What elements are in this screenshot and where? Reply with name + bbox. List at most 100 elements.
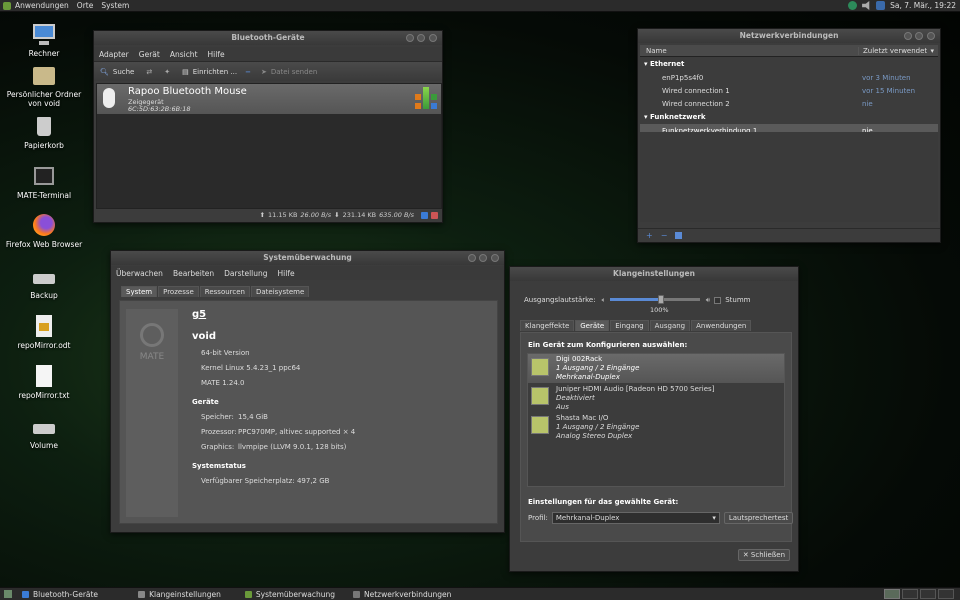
mate-logo-icon[interactable] xyxy=(3,1,11,10)
window-titlebar[interactable]: Netzwerkverbindungen xyxy=(638,29,940,43)
maximize-button[interactable] xyxy=(915,32,923,40)
desktop-rechner[interactable]: Rechner xyxy=(4,22,84,58)
column-name[interactable]: Name xyxy=(640,47,858,55)
connection-list: ▾ Ethernet enP1p5s4f0 vor 3 Minuten Wired… xyxy=(640,57,938,137)
group-ethernet[interactable]: ▾ Ethernet xyxy=(640,57,938,71)
desktop-txt[interactable]: repoMirror.txt xyxy=(4,364,84,400)
close-button[interactable] xyxy=(429,34,437,42)
window-titlebar[interactable]: Klangeinstellungen xyxy=(510,267,798,281)
menu-geraet[interactable]: Gerät xyxy=(134,50,165,59)
speaker-test-button[interactable]: Lautsprechertest xyxy=(723,512,794,524)
download-rate: 635.00 B/s xyxy=(379,211,414,219)
task-sound[interactable]: Klangeinstellungen xyxy=(132,589,227,600)
list-item[interactable]: Rapoo Bluetooth Mouse Zeigegerät 6C:5D:6… xyxy=(97,84,441,114)
desktop-label: Firefox Web Browser xyxy=(5,240,83,249)
desktop-volume[interactable]: Volume xyxy=(4,414,84,450)
clock[interactable]: Sa, 7. Mär., 19:22 xyxy=(890,1,956,10)
volume-row: Ausgangslautstärke: 🔈︎ 🔊︎ Stumm xyxy=(524,293,794,307)
sound-window: Klangeinstellungen Ausgangslautstärke: 🔈… xyxy=(509,266,799,572)
disconnect-icon[interactable] xyxy=(431,211,438,219)
mute-checkbox[interactable] xyxy=(714,296,722,304)
menu-darstellung[interactable]: Darstellung xyxy=(219,269,272,278)
tab-geraete[interactable]: Geräte xyxy=(575,320,610,331)
volume-icon[interactable] xyxy=(862,1,870,10)
tab-eingang[interactable]: Eingang xyxy=(610,320,649,331)
add-icon[interactable]: + xyxy=(646,231,653,240)
profile-select[interactable]: Mehrkanal-Duplex ▾ xyxy=(551,512,720,524)
task-bluetooth[interactable]: Bluetooth-Geräte xyxy=(16,589,104,600)
minimize-button[interactable] xyxy=(904,32,912,40)
list-item[interactable]: Digi 002Rack 1 Ausgang / 2 Eingänge Mehr… xyxy=(528,354,784,383)
remove-icon[interactable]: − xyxy=(661,231,668,240)
menu-bearbeiten[interactable]: Bearbeiten xyxy=(168,269,219,278)
workspace-3[interactable] xyxy=(920,589,936,599)
menu-anwendungen[interactable]: Anwendungen xyxy=(11,1,73,10)
desktop-firefox[interactable]: Firefox Web Browser xyxy=(4,213,84,249)
tab-dateisysteme[interactable]: Dateisysteme xyxy=(250,286,310,297)
send-file-button[interactable]: Datei senden xyxy=(271,68,317,76)
window-title: Klangeinstellungen xyxy=(613,269,695,278)
menu-hilfe[interactable]: Hilfe xyxy=(203,50,230,59)
search-button[interactable]: Suche xyxy=(113,68,134,76)
close-button[interactable] xyxy=(927,32,935,40)
window-title: Systemüberwachung xyxy=(263,253,352,262)
hostname[interactable]: g5 xyxy=(192,309,206,320)
list-empty-area xyxy=(640,132,938,222)
minimize-button[interactable] xyxy=(406,34,414,42)
task-sysmon[interactable]: Systemüberwachung xyxy=(239,589,341,600)
setup-button[interactable]: Einrichten ... xyxy=(193,68,237,76)
list-item[interactable]: Juniper HDMI Audio [Radeon HD 5700 Serie… xyxy=(528,383,784,412)
sort-arrow-icon[interactable]: ▾ xyxy=(930,47,938,55)
volume-slider[interactable] xyxy=(609,293,700,307)
menu-hilfe[interactable]: Hilfe xyxy=(273,269,300,278)
device-name: Shasta Mac I/O xyxy=(556,414,609,422)
list-item[interactable]: Wired connection 2 nie xyxy=(640,97,938,110)
tab-klangeffekte[interactable]: Klangeffekte xyxy=(520,320,575,331)
maximize-button[interactable] xyxy=(417,34,425,42)
window-titlebar[interactable]: Bluetooth-Geräte xyxy=(94,31,442,45)
tab-prozesse[interactable]: Prozesse xyxy=(158,286,199,297)
tab-ressourcen[interactable]: Ressourcen xyxy=(199,286,250,297)
system-panel: MATE g5 void 64-bit Version Kernel Linux… xyxy=(119,300,498,524)
group-label: Funknetzwerk xyxy=(649,113,706,121)
search-icon: 🔍︎ xyxy=(100,67,109,76)
tab-anwendungen[interactable]: Anwendungen xyxy=(691,320,752,331)
pair-icon[interactable]: ⇄ xyxy=(146,68,152,76)
tab-system[interactable]: System xyxy=(121,286,158,297)
close-dialog-button[interactable]: ✕ Schließen xyxy=(737,549,790,561)
list-item[interactable]: enP1p5s4f0 vor 3 Minuten xyxy=(640,71,938,84)
list-item[interactable]: Wired connection 1 vor 15 Minuten xyxy=(640,84,938,97)
desktop-terminal[interactable]: MATE-Terminal xyxy=(4,164,84,200)
close-button[interactable] xyxy=(491,254,499,262)
volume-slider-handle[interactable] xyxy=(658,295,665,304)
workspace-4[interactable] xyxy=(938,589,954,599)
workspace-1[interactable] xyxy=(884,589,900,599)
desktop-odt[interactable]: repoMirror.odt xyxy=(4,314,84,350)
window-titlebar[interactable]: Systemüberwachung xyxy=(111,251,504,265)
workspace-switcher[interactable] xyxy=(884,589,960,599)
minimize-button[interactable] xyxy=(468,254,476,262)
download-icon: ⬇ xyxy=(334,211,340,219)
settings-icon[interactable] xyxy=(675,232,683,239)
column-last-used[interactable]: Zuletzt verwendet xyxy=(858,46,927,55)
workspace-2[interactable] xyxy=(902,589,918,599)
show-desktop-icon[interactable] xyxy=(4,590,12,598)
menu-orte[interactable]: Orte xyxy=(73,1,98,10)
bluetooth-device-icon[interactable]: ✦ xyxy=(164,68,170,76)
list-item[interactable]: Shasta Mac I/O 1 Ausgang / 2 Eingänge An… xyxy=(528,412,784,441)
remove-icon[interactable]: − xyxy=(245,68,251,76)
tab-ausgang[interactable]: Ausgang xyxy=(649,320,691,331)
menu-ueberwachen[interactable]: Überwachen xyxy=(111,269,168,278)
menu-system[interactable]: System xyxy=(97,1,133,10)
desktop-home[interactable]: Persönlicher Ordner von void xyxy=(4,63,84,108)
task-network[interactable]: Netzwerkverbindungen xyxy=(347,589,457,600)
maximize-button[interactable] xyxy=(479,254,487,262)
bluetooth-icon[interactable] xyxy=(848,1,858,10)
desktop-backup[interactable]: Backup xyxy=(4,264,84,300)
menu-adapter[interactable]: Adapter xyxy=(94,50,134,59)
group-funknetzwerk[interactable]: ▾ Funknetzwerk xyxy=(640,110,938,124)
desktop-trash[interactable]: Papierkorb xyxy=(4,114,84,150)
bluetooth-status-icon[interactable] xyxy=(421,211,428,219)
network-icon[interactable] xyxy=(876,1,886,10)
menu-ansicht[interactable]: Ansicht xyxy=(165,50,203,59)
